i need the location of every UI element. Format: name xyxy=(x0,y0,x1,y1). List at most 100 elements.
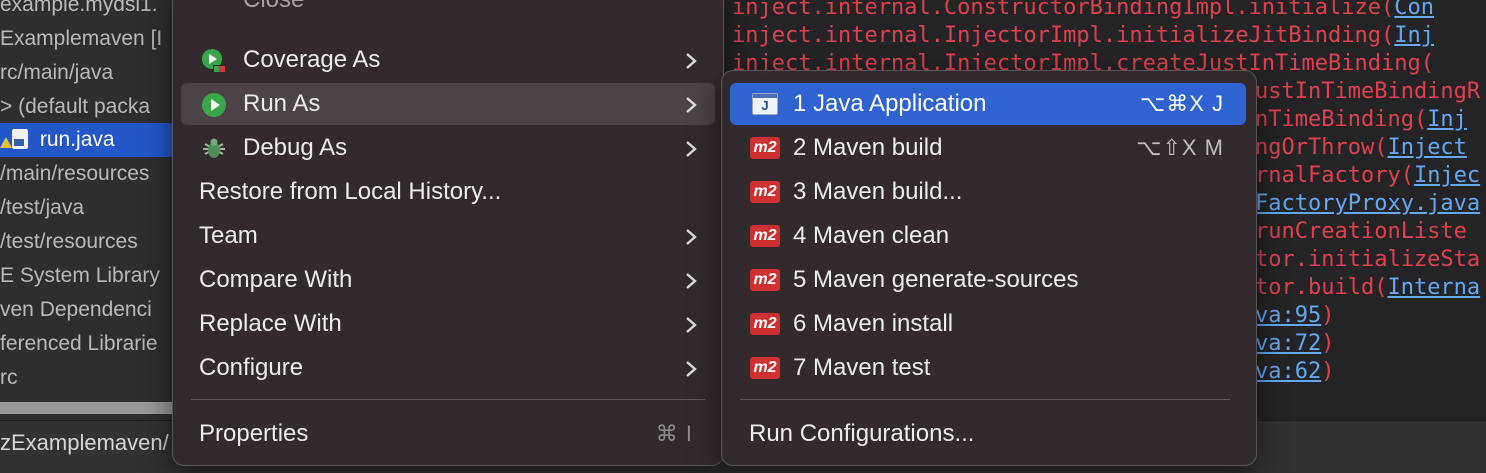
tree-item-label: ven Dependenci xyxy=(0,298,152,321)
tree-item-label: E System Library xyxy=(0,264,160,287)
maven-m2-icon: m2 xyxy=(750,269,780,291)
menu-item-label: Run As xyxy=(243,90,321,117)
submenu-item-label: 4 Maven clean xyxy=(793,222,950,249)
java-application-icon: J xyxy=(752,93,778,115)
tree-item-label: rc/main/java xyxy=(0,61,114,84)
console-line-text: tor.build( xyxy=(1255,275,1388,300)
console-line: FactoryProxy.java xyxy=(1255,190,1480,218)
tree-item[interactable]: /test/resources xyxy=(0,225,172,259)
submenu-item-label: 3 Maven build... xyxy=(793,178,963,205)
console-line: ngOrThrow(Inject xyxy=(1255,134,1467,162)
java-file-icon xyxy=(12,129,28,149)
console-stacktrace-link[interactable]: FactoryProxy.java xyxy=(1255,191,1480,216)
console-line: nTimeBinding(Inj xyxy=(1255,106,1467,134)
submenu-item-run-configurations[interactable]: Run Configurations... xyxy=(730,413,1246,455)
menu-item-label: Team xyxy=(199,222,258,249)
warning-icon xyxy=(0,137,12,148)
status-path: zExamplemaven/ xyxy=(0,430,169,455)
submenu-item-maven-test[interactable]: m2 7 Maven test xyxy=(730,347,1246,389)
tree-item[interactable]: Examplemaven [I xyxy=(0,22,172,56)
console-stacktrace-link[interactable]: Injec xyxy=(1414,163,1480,188)
console-stacktrace-link[interactable]: Inj xyxy=(1427,107,1467,132)
tree-item-label: ferenced Librarie xyxy=(0,332,158,355)
tree-item[interactable]: ferenced Librarie xyxy=(0,327,172,361)
tree-item-label: Examplemaven [I xyxy=(0,27,163,50)
menu-item-close[interactable]: Close xyxy=(181,0,715,21)
tree-item-run-java[interactable]: run.java xyxy=(0,123,172,157)
menu-item-coverage-as[interactable]: Coverage As xyxy=(181,39,715,81)
console-line: va:95) xyxy=(1255,302,1334,330)
menu-item-replace-with[interactable]: Replace With xyxy=(181,303,715,345)
console-line-text: ustInTimeBindingR xyxy=(1255,79,1481,104)
tree-item-label: /main/resources xyxy=(0,162,150,185)
tree-item[interactable]: rc/main/java xyxy=(0,56,172,90)
submenu-item-java-application[interactable]: J 1 Java Application ⌥⌘X J xyxy=(730,83,1246,125)
console-stacktrace-link[interactable]: Inj xyxy=(1394,23,1434,48)
menu-item-compare-with[interactable]: Compare With xyxy=(181,259,715,301)
submenu-item-label: 5 Maven generate-sources xyxy=(793,266,1079,293)
console-line: inject.internal.InjectorImpl.initializeJ… xyxy=(732,22,1434,50)
horizontal-scrollbar[interactable] xyxy=(0,402,172,414)
submenu-item-label: Run Configurations... xyxy=(749,420,975,447)
menu-item-debug-as[interactable]: Debug As xyxy=(181,127,715,169)
submenu-item-label: 1 Java Application xyxy=(793,90,987,117)
tree-item[interactable]: > (default packa xyxy=(0,90,172,124)
run-icon xyxy=(201,90,227,117)
project-explorer: example.mydsl1. Examplemaven [I rc/main/… xyxy=(0,0,172,420)
console-line: ustInTimeBindingR xyxy=(1255,78,1480,106)
submenu-item-maven-install[interactable]: m2 6 Maven install xyxy=(730,303,1246,345)
console-line: tor.initializeSta xyxy=(1255,246,1480,274)
menu-item-run-as[interactable]: Run As xyxy=(181,83,715,125)
tree-item[interactable]: E System Library xyxy=(0,259,172,293)
menu-item-label: Debug As xyxy=(243,134,348,161)
submenu-item-maven-build-dialog[interactable]: m2 3 Maven build... xyxy=(730,171,1246,213)
console-line-text: ) xyxy=(1321,303,1335,328)
maven-m2-icon: m2 xyxy=(750,225,780,247)
console-line: runCreationListe xyxy=(1255,218,1467,246)
console-stacktrace-link[interactable]: va:72 xyxy=(1255,331,1321,356)
console-stacktrace-link[interactable]: va:62 xyxy=(1255,359,1321,384)
submenu-item-label: 2 Maven build xyxy=(793,134,943,161)
tree-item[interactable]: ven Dependenci xyxy=(0,293,172,327)
menu-item-configure[interactable]: Configure xyxy=(181,347,715,389)
tree-item-label: rc xyxy=(0,366,18,389)
tree-item[interactable]: rc xyxy=(0,361,172,395)
console-stacktrace-link[interactable]: Inject xyxy=(1387,135,1466,160)
tree-item[interactable]: example.mydsl1. xyxy=(0,0,172,22)
submenu-item-maven-build[interactable]: m2 2 Maven build ⌥⇧X M xyxy=(730,127,1246,169)
menu-item-shortcut: ⌘ I xyxy=(655,421,693,446)
menu-item-properties[interactable]: Properties ⌘ I xyxy=(181,413,715,455)
maven-m2-icon: m2 xyxy=(750,357,780,379)
submenu-item-maven-clean[interactable]: m2 4 Maven clean xyxy=(730,215,1246,257)
console-line-text: ) xyxy=(1321,359,1335,384)
console-line-text: ) xyxy=(1321,331,1335,356)
submenu-item-shortcut: ⌥⌘X J xyxy=(1139,91,1224,116)
tree-item-label: /test/resources xyxy=(0,230,138,253)
menu-separator xyxy=(191,399,705,400)
submenu-item-maven-generate-sources[interactable]: m2 5 Maven generate-sources xyxy=(730,259,1246,301)
menu-item-label: Restore from Local History... xyxy=(199,178,502,205)
tree-item[interactable]: /main/resources xyxy=(0,157,172,191)
console-stacktrace-link[interactable]: va:95 xyxy=(1255,303,1321,328)
tree-item-label: /test/java xyxy=(0,196,85,219)
menu-item-restore-local-history[interactable]: Restore from Local History... xyxy=(181,171,715,213)
tree-item-label: > (default packa xyxy=(0,95,151,118)
context-menu: Close Coverage As Run As xyxy=(172,0,724,466)
menu-item-label: Replace With xyxy=(199,310,342,337)
menu-item-label: Coverage As xyxy=(243,46,381,73)
console-line-text: tor.initializeSta xyxy=(1255,247,1481,272)
console-line-text: runCreationListe xyxy=(1255,219,1467,244)
console-line: va:62) xyxy=(1255,358,1334,386)
tree-item[interactable]: /test/java xyxy=(0,191,172,225)
submenu-item-label: 6 Maven install xyxy=(793,310,954,337)
console-line-text: rnalFactory( xyxy=(1255,163,1414,188)
console-stacktrace-link[interactable]: Interna xyxy=(1387,275,1480,300)
maven-m2-icon: m2 xyxy=(750,313,780,335)
menu-item-label: Configure xyxy=(199,354,304,381)
tree-item-label: run.java xyxy=(39,128,115,151)
menu-item-team[interactable]: Team xyxy=(181,215,715,257)
maven-m2-icon: m2 xyxy=(750,137,780,159)
console-stacktrace-link[interactable]: Con xyxy=(1394,0,1434,20)
console-line-text: nTimeBinding( xyxy=(1255,107,1428,132)
menu-item-label: Close xyxy=(243,0,304,21)
